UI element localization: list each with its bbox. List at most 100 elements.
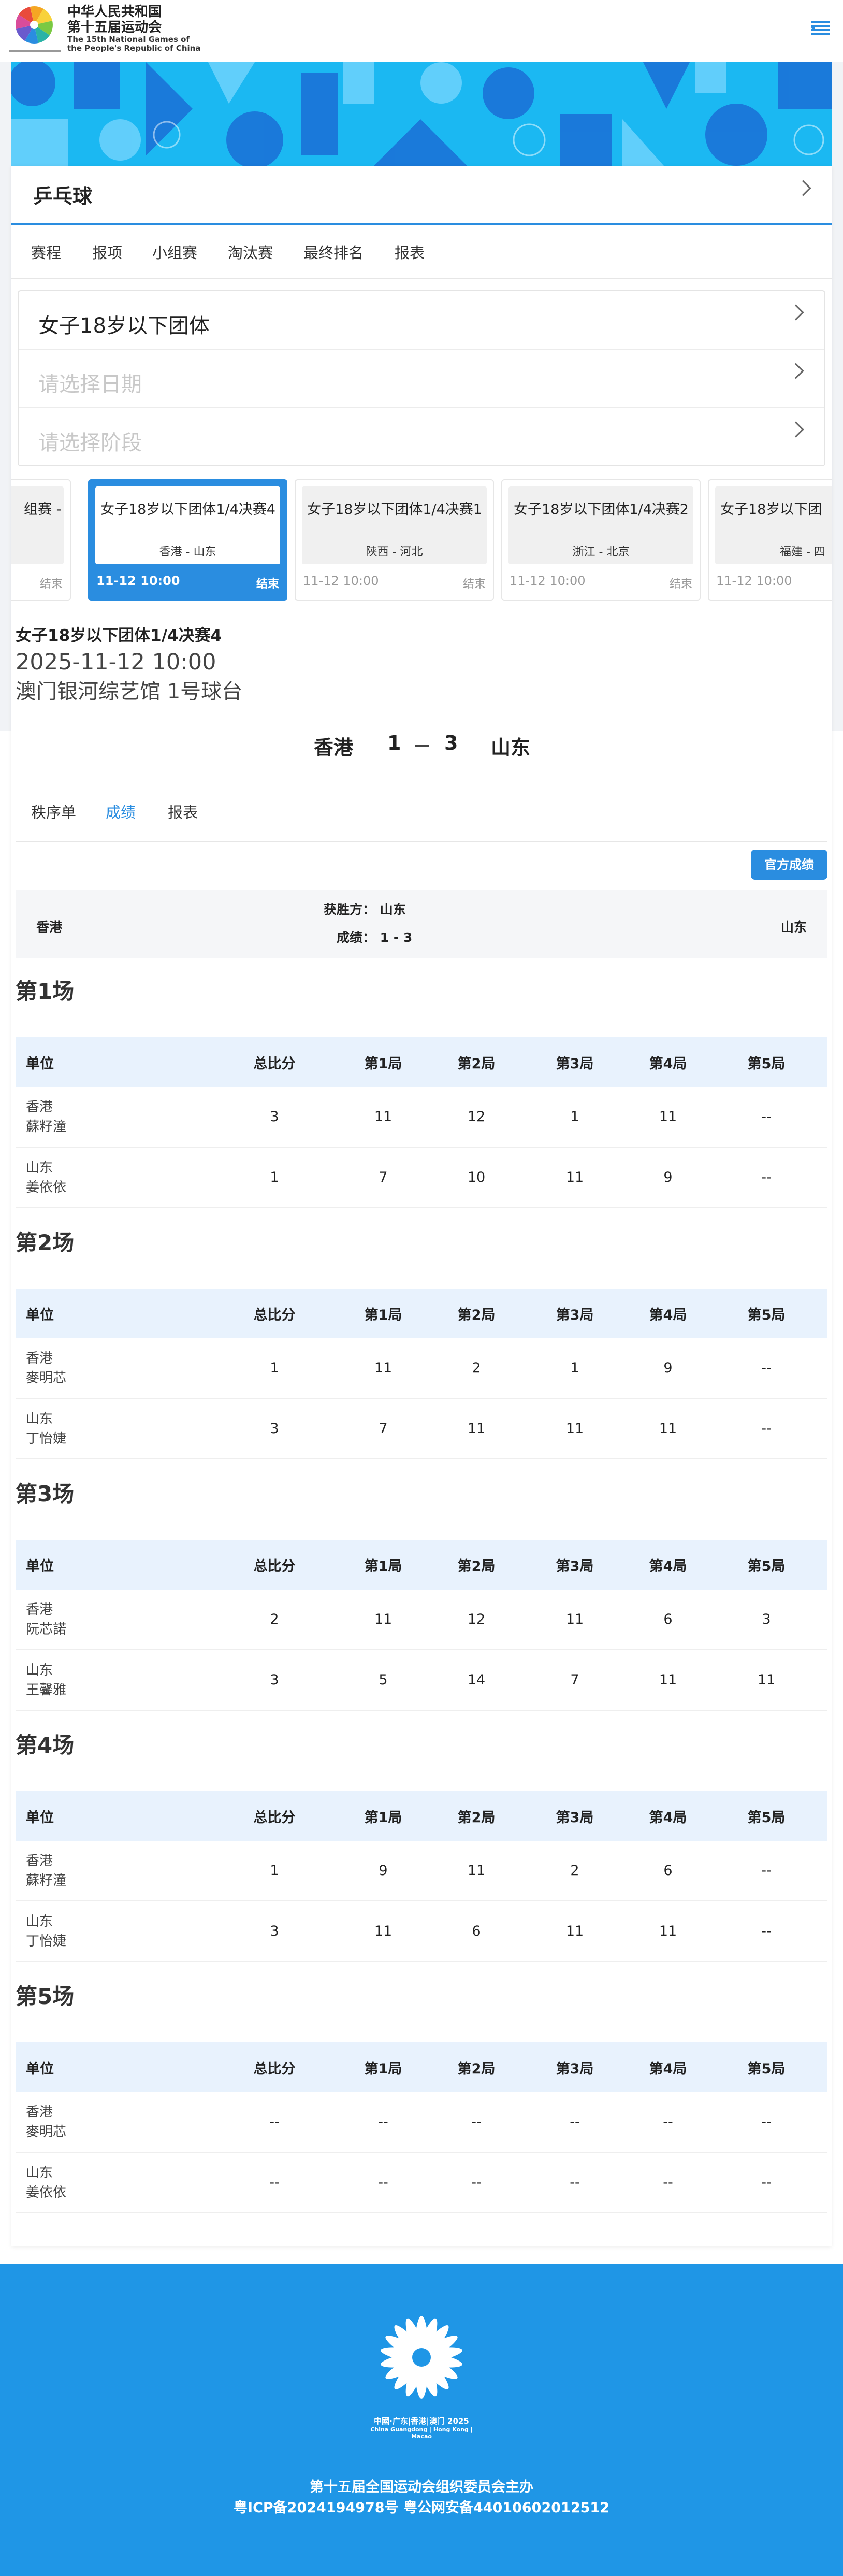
set-score-cell: -- xyxy=(663,2114,673,2130)
match-info: 女子18岁以下团体1/4决赛4 2025-11-12 10:00 澳门银河综艺馆… xyxy=(16,624,482,706)
event-select-value: 女子18岁以下团体 xyxy=(38,314,210,338)
match-card-status: 结束 xyxy=(462,578,486,591)
table-header-cell: 第2局 xyxy=(457,2060,496,2077)
score-separator xyxy=(415,745,429,747)
set-score-cell: -- xyxy=(761,2174,772,2191)
game-table: 单位 总比分 第1局 第2局 第3局 第4局 第5局 香港 阮芯諾 2 11 12 11 6 3 山东 王馨雅 3… xyxy=(16,1540,827,1711)
match-card-title: 女子18岁以下团体1/4决赛4 xyxy=(100,502,275,518)
match-card-time: 11-12 10:00 xyxy=(510,574,586,588)
total-score-cell: -- xyxy=(269,2114,280,2130)
set-score-cell: 11 xyxy=(659,1923,677,1939)
menu-icon[interactable] xyxy=(808,16,833,40)
footer: 中國·广东|香港|澳门 2025 China Guangdong | Hong … xyxy=(0,2264,843,2576)
total-score-cell: 3 xyxy=(270,1923,279,1939)
match-card[interactable]: 女子18岁以下团 福建 - 四 11-12 10:00 xyxy=(708,479,832,601)
tab-results[interactable]: 成绩 xyxy=(106,800,136,822)
home-team: 香港 xyxy=(314,736,354,759)
table-header-cell: 单位 xyxy=(26,1558,54,1575)
table-header-cell: 第4局 xyxy=(649,1558,687,1575)
table-header-cell: 第1局 xyxy=(364,2060,402,2077)
table-row: 山东 姜依依 -- -- -- -- -- -- xyxy=(16,2153,827,2213)
table-header-cell: 第3局 xyxy=(556,1558,594,1575)
sport-header[interactable]: 乒乓球 xyxy=(11,166,832,225)
table-header: 单位 总比分 第1局 第2局 第3局 第4局 第5局 xyxy=(16,1540,827,1590)
match-card-teams: 香港 - 山东 xyxy=(159,546,216,559)
left-side-panel xyxy=(0,62,11,731)
match-card[interactable]: 组赛 - 结束 xyxy=(11,479,71,601)
games-logo-icon[interactable] xyxy=(12,3,56,47)
table-header-cell: 第2局 xyxy=(457,1558,496,1575)
tab-entries[interactable]: 报项 xyxy=(92,241,122,263)
set-score-cell: 9 xyxy=(663,1360,673,1376)
tab-group-stage[interactable]: 小组赛 xyxy=(152,241,197,263)
team-name: 香港 xyxy=(26,2104,53,2120)
match-card-title: 组赛 - xyxy=(24,502,62,518)
footer-logo-title: 中國·广东|香港|澳门 2025 xyxy=(374,2416,469,2426)
total-score-cell: 2 xyxy=(270,1611,279,1627)
result-subtabs: 秩序单 成绩 报表 xyxy=(16,800,827,842)
logo-text[interactable]: 中华人民共和国 第十五届运动会 The 15th National Games … xyxy=(67,4,223,53)
set-score-cell: 6 xyxy=(472,1923,481,1939)
set-score-cell: 12 xyxy=(467,1611,486,1627)
winner-value: 山东 xyxy=(380,902,406,917)
set-score-cell: -- xyxy=(761,1169,772,1185)
total-score-cell: 1 xyxy=(270,1863,279,1879)
player-name: 阮芯諾 xyxy=(26,1621,67,1637)
table-header-cell: 单位 xyxy=(26,1307,54,1323)
table-header-cell: 第4局 xyxy=(649,1307,687,1323)
table-row: 山东 姜依依 1 7 10 11 9 -- xyxy=(16,1148,827,1208)
tab-final-ranking[interactable]: 最终排名 xyxy=(303,241,364,263)
tab-report[interactable]: 报表 xyxy=(168,800,198,822)
top-bar: 中华人民共和国 第十五届运动会 The 15th National Games … xyxy=(0,0,843,62)
table-header: 单位 总比分 第1局 第2局 第3局 第4局 第5局 xyxy=(16,1791,827,1841)
table-row: 香港 阮芯諾 2 11 12 11 6 3 xyxy=(16,1590,827,1650)
match-card-time: 11-12 10:00 xyxy=(96,574,180,588)
table-header-cell: 第1局 xyxy=(364,1558,402,1575)
set-score-cell: 11 xyxy=(659,1672,677,1688)
table-header-cell: 第5局 xyxy=(747,1558,786,1575)
tab-order-sheet[interactable]: 秩序单 xyxy=(31,800,76,822)
table-header-cell: 总比分 xyxy=(253,2060,296,2077)
match-card-teams: 福建 - 四 xyxy=(780,546,825,559)
banner-pattern xyxy=(11,62,832,166)
logo-title-line-2: 第十五届运动会 xyxy=(67,20,162,35)
footer-icp[interactable]: 粤ICP备2024194978号 粤公网安备44010602012512 xyxy=(0,2496,843,2516)
set-score-cell: 1 xyxy=(570,1360,579,1376)
match-card-selected[interactable]: 女子18岁以下团体1/4决赛4 香港 - 山东 11-12 10:00 结束 xyxy=(88,479,287,601)
set-score-cell: 14 xyxy=(467,1672,486,1688)
match-cards-carousel[interactable]: 组赛 - 结束 女子18岁以下团体1/4决赛4 香港 - 山东 11-12 10… xyxy=(11,479,832,604)
table-header-cell: 总比分 xyxy=(253,1055,296,1072)
set-score-cell: -- xyxy=(378,2174,388,2191)
player-name: 蘇籽潼 xyxy=(26,1872,67,1888)
date-select[interactable]: 请选择日期 xyxy=(19,350,824,408)
table-header-cell: 第1局 xyxy=(364,1809,402,1826)
footer-logo-text: 中國·广东|香港|澳门 2025 China Guangdong | Hong … xyxy=(359,2415,484,2440)
player-name: 王馨雅 xyxy=(26,1682,67,1698)
event-select[interactable]: 女子18岁以下团体 xyxy=(19,291,824,350)
game-table: 单位 总比分 第1局 第2局 第3局 第4局 第5局 香港 麥明芯 -- -- -- -- -- -- 山东姜… xyxy=(16,2042,827,2213)
total-score-cell: 3 xyxy=(270,1421,279,1437)
game-table: 单位 总比分 第1局 第2局 第3局 第4局 第5局 香港 蘇籽潼 1 9 11 2 6 -- 山东 丁怡婕 3 1… xyxy=(16,1791,827,1962)
table-header-cell: 单位 xyxy=(26,1809,54,1826)
tab-schedule[interactable]: 赛程 xyxy=(31,241,61,263)
player-name: 丁怡婕 xyxy=(26,1430,67,1447)
table-header-cell: 总比分 xyxy=(253,1558,296,1575)
set-score-cell: 7 xyxy=(379,1169,388,1185)
tab-knockout[interactable]: 淘汰赛 xyxy=(228,241,273,263)
set-score-cell: 2 xyxy=(570,1863,579,1879)
stage-select[interactable]: 请选择阶段 xyxy=(19,408,824,467)
footer-organizer: 第十五届全国运动会组织委员会主办 xyxy=(310,2479,533,2495)
table-header-cell: 第5局 xyxy=(747,1809,786,1826)
table-header-cell: 第3局 xyxy=(556,1809,594,1826)
official-results-button[interactable]: 官方成绩 xyxy=(751,850,827,880)
game-title: 第1场 xyxy=(16,979,75,1004)
set-score-cell: 11 xyxy=(565,1421,584,1437)
set-score-cell: 2 xyxy=(472,1360,481,1376)
game-title: 第4场 xyxy=(16,1733,75,1758)
match-card[interactable]: 女子18岁以下团体1/4决赛2 浙江 - 北京 11-12 10:00 结束 xyxy=(501,479,701,601)
table-header: 单位 总比分 第1局 第2局 第3局 第4局 第5局 xyxy=(16,1037,827,1087)
unit-cell: 山东 姜依依 xyxy=(16,2153,129,2212)
set-score-cell: -- xyxy=(663,2174,673,2191)
match-card[interactable]: 女子18岁以下团体1/4决赛1 陕西 - 河北 11-12 10:00 结束 xyxy=(295,479,494,601)
tab-reports[interactable]: 报表 xyxy=(395,241,425,263)
